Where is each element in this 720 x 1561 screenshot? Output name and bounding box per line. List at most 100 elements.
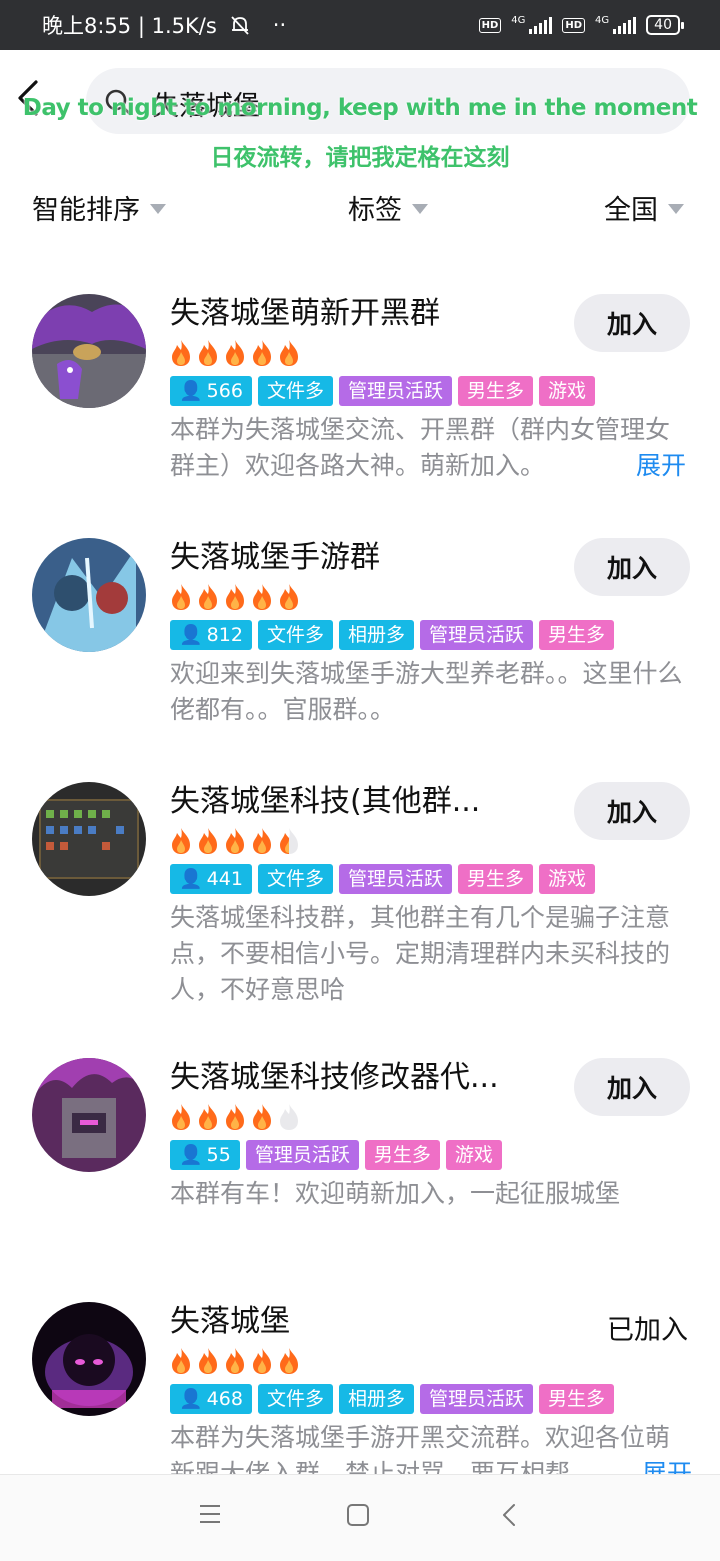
- group-item[interactable]: 失落城堡科技修改器代... 加入 👤 55 管理员活跃 男生多 游戏 本群有车！欢…: [0, 1038, 720, 1282]
- group-avatar: [32, 1058, 146, 1172]
- activity-flames: [168, 582, 302, 612]
- group-description: 本群为失落城堡交流、开黑群（群内女管理女群主）欢迎各路大神。萌新加入。: [170, 412, 692, 484]
- tag-badge: 管理员活跃: [419, 1384, 533, 1414]
- group-item[interactable]: 失落城堡萌新开黑群 加入 👤 566 文件多 管理员活跃 男生多 游戏 本群为失落…: [0, 274, 720, 518]
- flame-icon: [226, 584, 244, 610]
- tag-badge: 男生多: [538, 620, 614, 650]
- hd-badge-2: HD: [562, 17, 586, 33]
- group-tags: 👤 441 文件多 管理员活跃 男生多 游戏: [170, 864, 595, 894]
- join-button[interactable]: 加入: [574, 1058, 690, 1116]
- group-list: 失落城堡萌新开黑群 加入 👤 566 文件多 管理员活跃 男生多 游戏 本群为失落…: [0, 274, 720, 1482]
- flame-icon: [172, 1104, 190, 1130]
- member-count: 441: [206, 868, 243, 890]
- flame-icon: [226, 340, 244, 366]
- flame-icon: [172, 1348, 190, 1374]
- status-left: 晚上8:55 | 1.5K/s ··: [42, 10, 286, 40]
- activity-flames: [168, 338, 302, 368]
- filter-tags-label: 标签: [348, 195, 402, 226]
- back-icon[interactable]: [500, 1503, 520, 1527]
- join-button[interactable]: 加入: [574, 294, 690, 352]
- flame-icon: [172, 828, 190, 854]
- join-button[interactable]: 加入: [574, 538, 690, 596]
- flame-icon: [280, 340, 298, 366]
- flame-icon: [226, 1104, 244, 1130]
- person-icon: 👤: [179, 624, 203, 646]
- group-avatar: [32, 1302, 146, 1416]
- menu-icon[interactable]: [198, 1503, 222, 1525]
- flame-icon: [226, 828, 244, 854]
- signal-icon: [529, 16, 553, 34]
- group-description: 本群为失落城堡手游开黑交流群。欢迎各位萌新跟大佬入群，禁止对骂，要互相帮: [170, 1420, 692, 1482]
- flame-icon: [280, 1348, 298, 1374]
- tag-badge: 男生多: [364, 1140, 440, 1170]
- dropdown-triangle-icon: [412, 203, 428, 214]
- member-count: 468: [206, 1388, 243, 1410]
- group-tags: 👤 468 文件多 相册多 管理员活跃 男生多: [170, 1384, 614, 1414]
- flame-icon: [199, 340, 217, 366]
- group-name: 失落城堡科技(其他群...: [170, 784, 481, 819]
- group-tags: 👤 812 文件多 相册多 管理员活跃 男生多: [170, 620, 614, 650]
- battery-icon: 40: [646, 15, 684, 35]
- flame-icon: [172, 340, 190, 366]
- member-count-tag: 👤 566: [170, 376, 252, 406]
- member-count: 55: [206, 1144, 231, 1166]
- tag-badge: 相册多: [338, 620, 414, 650]
- tag-badge: 相册多: [338, 1384, 414, 1414]
- tag-badge: 男生多: [457, 376, 533, 406]
- join-button[interactable]: 加入: [574, 782, 690, 840]
- tag-badge: 文件多: [257, 620, 333, 650]
- group-name: 失落城堡手游群: [170, 540, 380, 575]
- search-header: 失落城堡 Day to night to morning, keep with …: [0, 50, 720, 171]
- group-avatar: [32, 782, 146, 896]
- expand-link[interactable]: 展开: [616, 448, 687, 484]
- dropdown-triangle-icon: [150, 203, 166, 214]
- filter-bar: 智能排序 标签 全国: [0, 188, 720, 234]
- dropdown-triangle-icon: [668, 203, 684, 214]
- person-icon: 👤: [179, 1144, 203, 1166]
- member-count-tag: 👤 812: [170, 620, 252, 650]
- filter-sort[interactable]: 智能排序: [32, 188, 166, 227]
- group-name: 失落城堡: [170, 1304, 290, 1339]
- lyric-overlay-chinese: 日夜流转，请把我定格在这刻: [210, 145, 510, 171]
- flame-icon: [253, 1348, 271, 1374]
- flame-icon: [253, 340, 271, 366]
- tag-badge: 男生多: [457, 864, 533, 894]
- status-time-speed: 晚上8:55 | 1.5K/s: [42, 14, 217, 38]
- group-description: 本群有车！欢迎萌新加入，一起征服城堡: [170, 1179, 621, 1208]
- flame-icon: [199, 1104, 217, 1130]
- member-count: 566: [206, 380, 243, 402]
- signal-icon-2: [613, 16, 637, 34]
- network-type-2: 4G: [595, 14, 610, 26]
- status-dots: ··: [272, 13, 287, 37]
- flame-icon: [199, 584, 217, 610]
- filter-region[interactable]: 全国: [604, 188, 684, 227]
- activity-flames: [168, 826, 302, 856]
- status-right: HD 4G HD 4G 40: [478, 14, 684, 35]
- tag-badge: 文件多: [257, 376, 333, 406]
- home-square-icon[interactable]: [346, 1503, 370, 1527]
- flame-icon: [280, 1104, 298, 1130]
- activity-flames: [168, 1102, 302, 1132]
- tag-badge: 游戏: [538, 864, 595, 894]
- group-avatar: [32, 294, 146, 408]
- flame-icon: [226, 1348, 244, 1374]
- joined-status: 已加入: [607, 1315, 688, 1346]
- activity-flames: [168, 1346, 302, 1376]
- group-item[interactable]: 失落城堡 已加入 👤 468 文件多 相册多 管理员活跃 男生多 本群为失落城堡手…: [0, 1282, 720, 1482]
- filter-tags[interactable]: 标签: [348, 188, 428, 227]
- network-type: 4G: [511, 14, 526, 26]
- group-description: 欢迎来到失落城堡手游大型养老群。。这里什么佬都有。。官服群。。: [170, 659, 683, 724]
- member-count-tag: 👤 441: [170, 864, 252, 894]
- member-count: 812: [206, 624, 243, 646]
- tag-badge: 管理员活跃: [419, 620, 533, 650]
- group-description: 失落城堡科技群，其他群主有几个是骗子注意点，不要相信小号。定期清理群内未买科技的…: [170, 903, 671, 1004]
- filter-region-label: 全国: [604, 195, 658, 226]
- flame-icon: [280, 828, 298, 854]
- tag-badge: 管理员活跃: [338, 864, 452, 894]
- group-tags: 👤 566 文件多 管理员活跃 男生多 游戏: [170, 376, 595, 406]
- flame-icon: [199, 1348, 217, 1374]
- flame-icon: [199, 828, 217, 854]
- group-item[interactable]: 失落城堡科技(其他群... 加入 👤 441 文件多 管理员活跃 男生多 游戏 失…: [0, 762, 720, 1038]
- group-item[interactable]: 失落城堡手游群 加入 👤 812 文件多 相册多 管理员活跃 男生多 欢迎来到失落…: [0, 518, 720, 762]
- person-icon: 👤: [179, 868, 203, 890]
